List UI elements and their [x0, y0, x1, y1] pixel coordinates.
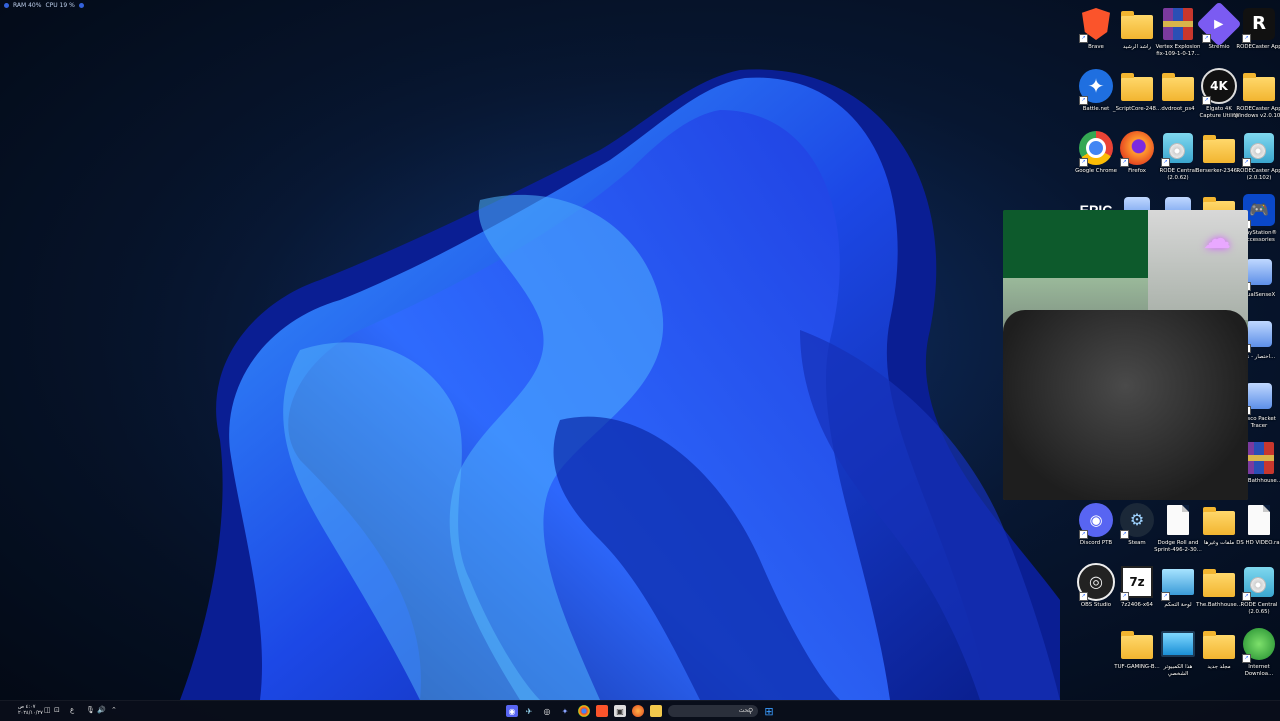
search-icon: ⚲ — [748, 707, 754, 715]
rodecaster-windows-icon — [1240, 67, 1278, 105]
desktop-icon-label: DS HD VIDEO.rar — [1236, 540, 1280, 546]
clock-date: ٢٠٢٤/١٠/٢٧ — [18, 710, 43, 716]
taskbar-store-icon[interactable]: ▣ — [614, 705, 626, 717]
shortcut-arrow-icon: ↗ — [1079, 96, 1088, 105]
taskbar-obs-icon[interactable]: ◎ — [541, 705, 553, 717]
cpu-usage: CPU 19 % — [45, 2, 75, 9]
shortcut-arrow-icon: ↗ — [1161, 158, 1170, 167]
taskbar-brave-icon[interactable] — [596, 705, 608, 717]
start-windows-icon[interactable]: ⊞ — [763, 705, 775, 718]
desktop-icon-label: RODECaster App — [1236, 44, 1280, 50]
language-indicator[interactable]: ع — [70, 706, 74, 714]
rodecaster-app-icon: R ↗ — [1240, 5, 1278, 43]
taskbar-battlenet-icon[interactable]: ✦ — [559, 705, 571, 717]
webcam-flag — [1003, 210, 1148, 278]
notification-icon[interactable]: ◫ — [44, 706, 51, 714]
webcam-chair — [1003, 310, 1248, 500]
webcam-overlay: ☁ — [1003, 210, 1248, 500]
desktop-icon-label: Internet Downloa... — [1244, 664, 1274, 677]
desktop-icon-internet-download[interactable]: ↗ Internet Downloa... — [1231, 625, 1280, 677]
ds-hd-video-icon — [1240, 501, 1278, 539]
shortcut-arrow-icon: ↗ — [1202, 96, 1211, 105]
rodecaster-app-2-icon: ↗ — [1240, 129, 1278, 167]
taskbar: ٤:٠٧ ص ٢٠٢٤/١٠/٢٧ ◫ ⊡ ع 🎙 🔊 ⌃ ◉ ✈ ◎ ✦ ▣ … — [0, 700, 1280, 721]
desktop-icon-rodecaster-windows[interactable]: RODECaster App Windows v2.0.102 — [1231, 67, 1280, 119]
taskbar-clock[interactable]: ٤:٠٧ ص ٢٠٢٤/١٠/٢٧ — [18, 704, 43, 716]
shortcut-arrow-icon: ↗ — [1161, 592, 1170, 601]
rode-central-2-icon: ↗ — [1240, 563, 1278, 601]
internet-download-icon: ↗ — [1240, 625, 1278, 663]
perf-indicator-icon — [4, 3, 9, 8]
taskbar-file-explorer-icon[interactable] — [650, 705, 662, 717]
shortcut-arrow-icon: ↗ — [1120, 530, 1129, 539]
desktop-icon-label: RODECaster App Windows v2.0.102 — [1234, 106, 1280, 119]
speaker-icon[interactable]: 🔊 — [97, 706, 106, 714]
shortcut-arrow-icon: ↗ — [1079, 34, 1088, 43]
taskbar-discord-icon[interactable]: ◉ — [506, 705, 518, 717]
chevron-up-icon[interactable]: ⌃ — [111, 706, 117, 714]
microphone-icon[interactable]: 🎙 — [86, 706, 95, 714]
taskbar-search-box[interactable]: بحث ⚲ — [668, 705, 758, 717]
shortcut-arrow-icon: ↗ — [1242, 34, 1251, 43]
performance-overlay: RAM 40% CPU 19 % — [4, 2, 84, 9]
shortcut-arrow-icon: ↗ — [1242, 592, 1251, 601]
taskbar-chrome-icon[interactable] — [578, 705, 590, 717]
shortcut-arrow-icon: ↗ — [1242, 654, 1251, 663]
desktop-icon-rodecaster-app[interactable]: R ↗ RODECaster App — [1231, 5, 1280, 51]
desktop-icon-label: RODECaster App (2.0.102) — [1236, 168, 1280, 181]
shortcut-arrow-icon: ↗ — [1242, 158, 1251, 167]
shortcut-arrow-icon: ↗ — [1079, 530, 1088, 539]
desktop-icon-rodecaster-app-2[interactable]: ↗ RODECaster App (2.0.102) — [1231, 129, 1280, 181]
cloud-lamp-icon: ☁ — [1203, 222, 1231, 255]
shortcut-arrow-icon: ↗ — [1120, 158, 1129, 167]
taskbar-firefox-icon[interactable] — [632, 705, 644, 717]
desktop-icon-rode-central-2[interactable]: ↗ RODE Central (2.0.65) — [1231, 563, 1280, 615]
shortcut-arrow-icon: ↗ — [1079, 158, 1088, 167]
ram-usage: RAM 40% — [13, 2, 42, 9]
desktop-icon-ds-hd-video[interactable]: DS HD VIDEO.rar — [1231, 501, 1280, 547]
shortcut-arrow-icon: ↗ — [1202, 34, 1211, 43]
shortcut-arrow-icon: ↗ — [1120, 592, 1129, 601]
shortcut-arrow-icon: ↗ — [1079, 592, 1088, 601]
perf-settings-icon — [78, 3, 84, 8]
network-icon[interactable]: ⊡ — [54, 706, 60, 714]
taskbar-steam-icon[interactable]: ✈ — [523, 705, 535, 717]
desktop-icon-label: RODE Central (2.0.65) — [1240, 602, 1278, 615]
